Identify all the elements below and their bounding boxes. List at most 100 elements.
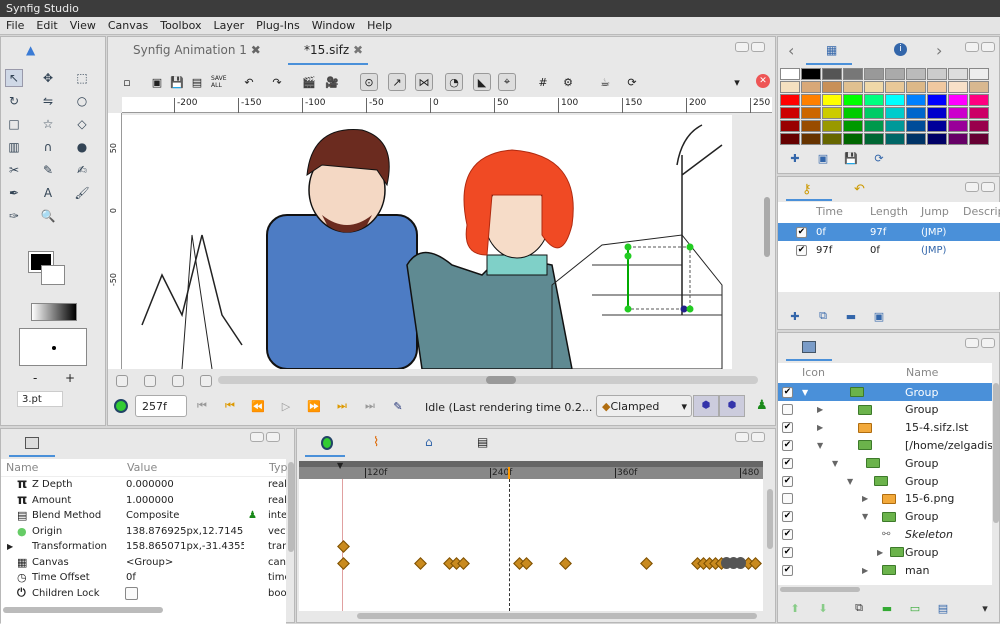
palette-swatch[interactable]: [906, 68, 926, 80]
palette-swatch[interactable]: [843, 94, 863, 106]
seek-end-button[interactable]: ⏭: [361, 397, 379, 415]
remove-keyframe-button[interactable]: ▬: [842, 307, 860, 325]
save-palette-button[interactable]: 💾: [842, 149, 860, 167]
palette-swatch[interactable]: [885, 120, 905, 132]
palette-swatch[interactable]: [927, 133, 947, 145]
keyframes-tab-icon[interactable]: ⚷: [802, 182, 812, 197]
expand-icon[interactable]: ▶: [862, 566, 868, 575]
waypoint[interactable]: [559, 557, 572, 570]
dock-handle[interactable]: [735, 432, 749, 442]
grid-button[interactable]: #: [534, 73, 552, 91]
layers-hscrollbar[interactable]: [780, 587, 860, 592]
waypoint[interactable]: [640, 557, 653, 570]
palette-swatch[interactable]: [948, 68, 968, 80]
param-value[interactable]: 0f: [126, 572, 244, 583]
dock-handle[interactable]: [981, 338, 995, 348]
lower-layer-button[interactable]: ⬇: [814, 599, 832, 617]
layer-row[interactable]: ✔ ▼ [/home/zelgadis/: [778, 436, 992, 454]
star-tool-icon[interactable]: ☆: [39, 115, 57, 133]
params-scrollbar[interactable]: [288, 462, 294, 552]
eyedropper-tool-icon[interactable]: ✒: [5, 184, 23, 202]
keyframe-time[interactable]: 97f: [816, 245, 832, 256]
palette-swatch[interactable]: [843, 107, 863, 119]
next-frame-button[interactable]: ⏩: [305, 397, 323, 415]
curves-tab-icon[interactable]: ⌇: [373, 435, 379, 450]
palette-swatch[interactable]: [843, 133, 863, 145]
toggle-guides-button[interactable]: ⌖: [498, 73, 516, 91]
palette-swatch[interactable]: [969, 120, 989, 132]
keyframe-jump-link[interactable]: (JMP): [921, 245, 946, 256]
waypoint[interactable]: [337, 540, 350, 553]
dock-handle[interactable]: [965, 338, 979, 348]
rectangle-tool-icon[interactable]: □: [5, 115, 23, 133]
layer-name[interactable]: [/home/zelgadis/: [905, 439, 992, 452]
param-row[interactable]: π Z Depth 0.000000 real: [1, 477, 286, 492]
layer-row[interactable]: ✔ ▶ man: [778, 561, 992, 579]
timetrack-vscrollbar[interactable]: [767, 489, 773, 549]
palette-swatch[interactable]: [948, 81, 968, 93]
column-icon[interactable]: Icon: [802, 366, 825, 379]
expand-icon[interactable]: ▶: [817, 423, 823, 432]
layer-row[interactable]: ✔ ▶ Group: [778, 543, 992, 561]
palette-swatch[interactable]: [927, 107, 947, 119]
dock-handle[interactable]: [981, 42, 995, 52]
past-keyframes-lock-button[interactable]: ⬢: [693, 395, 719, 417]
collapse-icon[interactable]: ▼: [832, 459, 838, 468]
spline-tool-icon[interactable]: ∩: [39, 138, 57, 156]
layer-visibility-checkbox[interactable]: ✔: [782, 457, 793, 469]
fill-color-swatch[interactable]: [41, 265, 65, 285]
sound-tab-icon[interactable]: ▤: [477, 435, 488, 449]
layer-visibility-checkbox[interactable]: ✔: [782, 422, 793, 434]
zoom-tool-icon[interactable]: 🔍: [39, 207, 57, 225]
layer-name[interactable]: Group: [905, 457, 939, 470]
mirror-tool-icon[interactable]: ⇋: [39, 92, 57, 110]
dock-handle[interactable]: [981, 182, 995, 192]
column-jump[interactable]: Jump: [921, 205, 949, 218]
param-value[interactable]: <Group>: [126, 557, 244, 568]
palette-swatch[interactable]: [906, 81, 926, 93]
waypoint[interactable]: [735, 557, 746, 569]
expand-icon[interactable]: ▶: [862, 494, 868, 503]
layer-visibility-checkbox[interactable]: ✔: [782, 475, 793, 487]
palette-swatch[interactable]: [843, 120, 863, 132]
menu-file[interactable]: File: [6, 19, 24, 32]
param-row[interactable]: ● Origin 138.876925px,12.714575 vector: [1, 524, 286, 539]
layer-name[interactable]: Skeleton: [905, 528, 953, 541]
palette-swatch[interactable]: [864, 81, 884, 93]
rotate-tool-icon[interactable]: ↻: [5, 92, 23, 110]
seek-begin-button[interactable]: ⏮: [193, 397, 211, 415]
static-icon[interactable]: ♟: [248, 510, 257, 521]
waypoint[interactable]: [337, 557, 350, 570]
interpolation-dropdown[interactable]: ◆Clamped ▾: [596, 395, 692, 417]
layer-row[interactable]: ✔ ▼ Group: [778, 454, 992, 472]
toggle-background-button[interactable]: ◣: [473, 73, 491, 91]
palette-swatch[interactable]: [885, 94, 905, 106]
add-color-button[interactable]: ✚: [786, 149, 804, 167]
palette-swatch[interactable]: [801, 81, 821, 93]
layer-visibility-checkbox[interactable]: ✔: [782, 386, 793, 398]
layer-row[interactable]: ✔ ▼ Group: [778, 472, 992, 490]
expand-icon[interactable]: ▶: [817, 405, 823, 414]
keyframe-jump-link[interactable]: (JMP): [921, 227, 946, 238]
cutout-tool-icon[interactable]: ✂: [5, 161, 23, 179]
palette-swatch[interactable]: [927, 68, 947, 80]
params-tab-icon[interactable]: [25, 437, 39, 449]
new-file-button[interactable]: ▫: [118, 73, 136, 91]
encapsulate-layer-button[interactable]: ▭: [906, 599, 924, 617]
param-row[interactable]: ▶ Transformation 158.865071px,-31.43554 tra…: [1, 539, 286, 554]
params-hscrollbar[interactable]: [3, 607, 163, 613]
palette-swatch[interactable]: [780, 68, 800, 80]
palette-swatch[interactable]: [864, 133, 884, 145]
layer-name[interactable]: Group: [905, 386, 939, 399]
duplicate-keyframe-button[interactable]: ⧉: [814, 307, 832, 325]
add-keyframe-button[interactable]: ✚: [786, 307, 804, 325]
collapse-icon[interactable]: ▼: [802, 388, 808, 397]
layer-visibility-checkbox[interactable]: ✔: [782, 439, 793, 451]
refresh-button[interactable]: ⟳: [623, 73, 641, 91]
waypoint[interactable]: [414, 557, 427, 570]
layer-visibility-checkbox[interactable]: [782, 404, 793, 416]
refresh-palette-button[interactable]: ⟳: [870, 149, 888, 167]
param-value[interactable]: 1.000000: [126, 495, 244, 506]
menu-canvas[interactable]: Canvas: [108, 19, 148, 32]
palette-swatch[interactable]: [906, 120, 926, 132]
